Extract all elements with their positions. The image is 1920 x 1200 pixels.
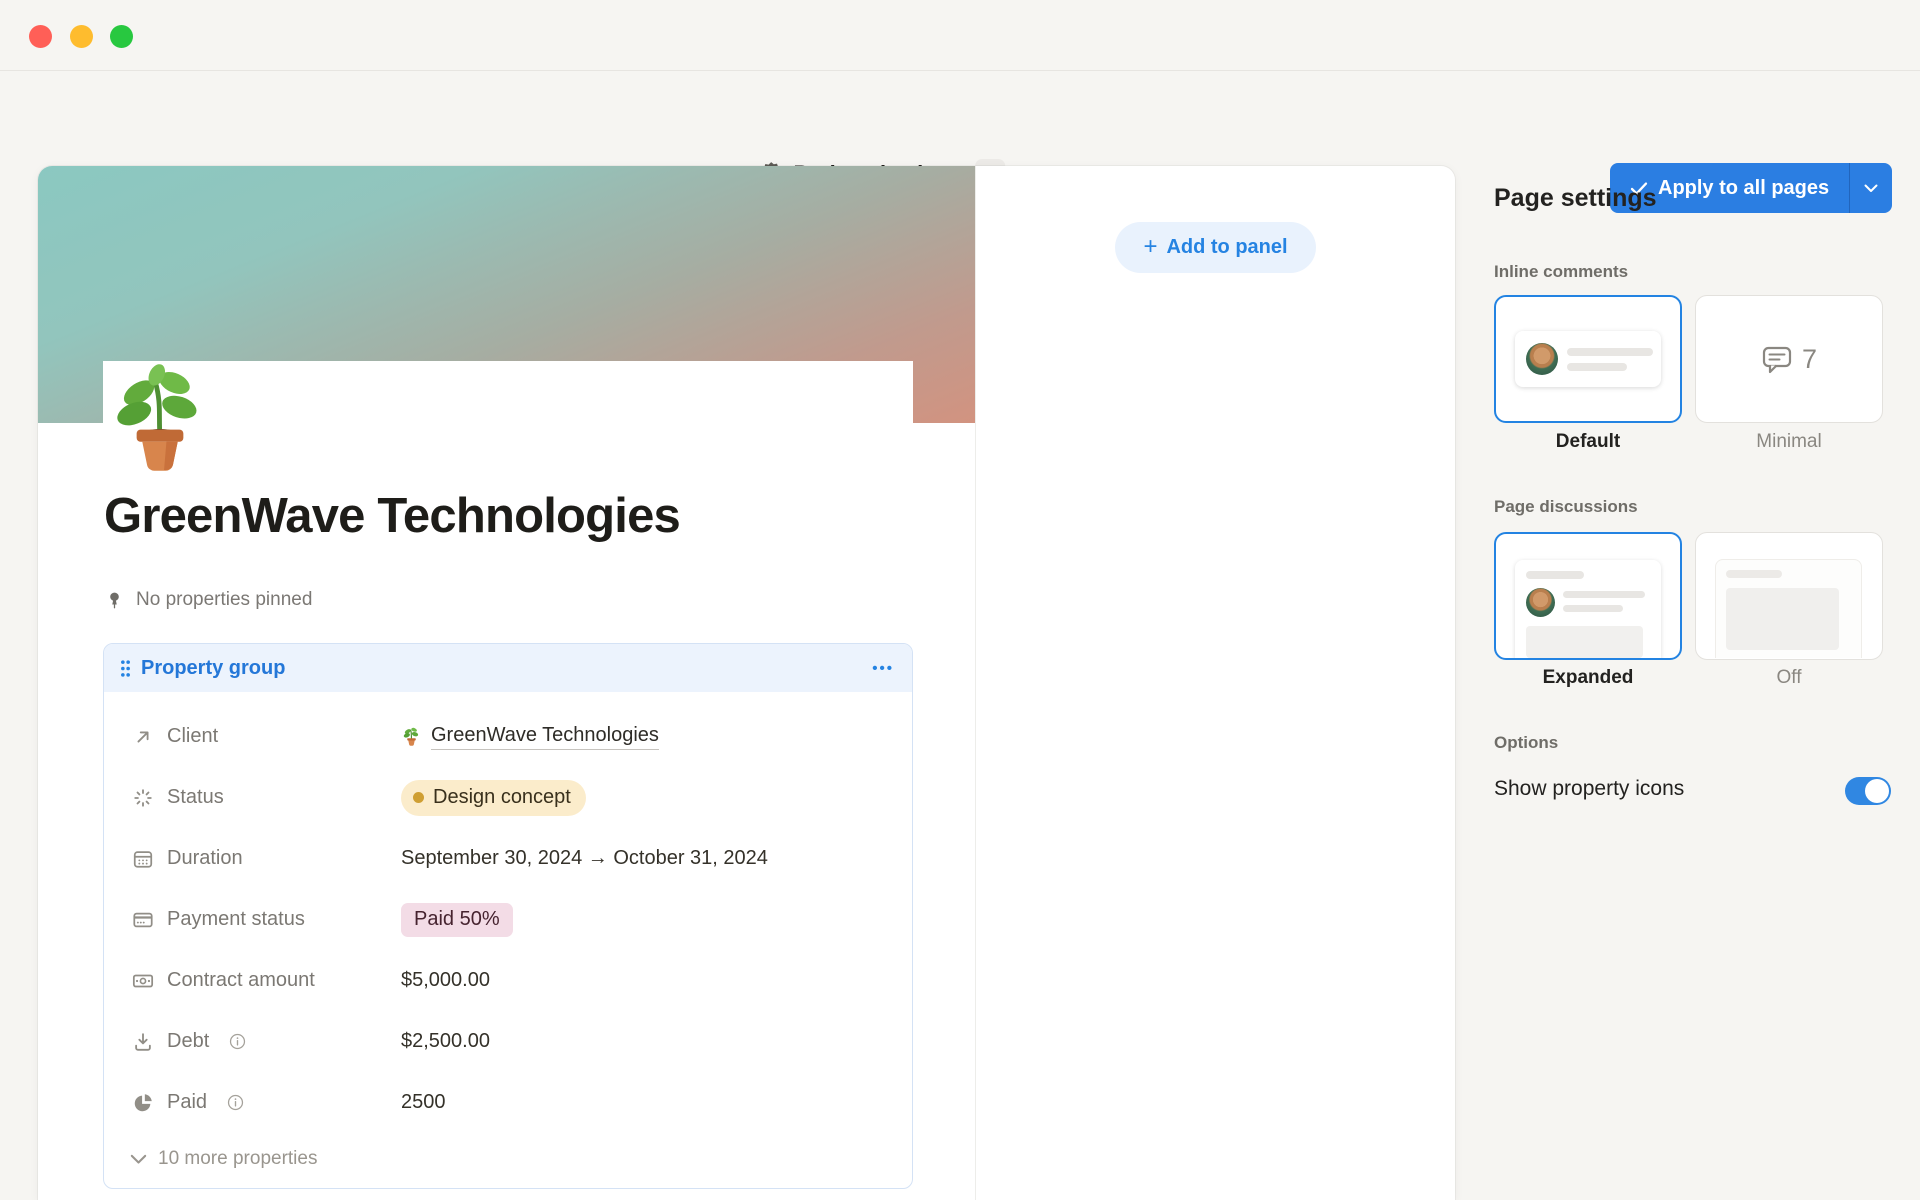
property-row-contract-amount[interactable]: Contract amount $5,000.00 [104,950,912,1011]
minimize-window-button[interactable] [70,25,93,48]
page-body-background [103,361,913,423]
info-icon[interactable] [229,1033,246,1050]
header: Cancel Project database [0,71,1920,166]
property-group-title: Property group [141,657,872,680]
chevron-down-icon [130,1154,147,1165]
pinned-properties-note: No properties pinned [105,589,312,611]
option-label-minimal: Minimal [1695,431,1883,453]
add-to-panel-button[interactable]: + Add to panel [1115,222,1316,273]
avatar [1526,588,1555,617]
page-title: GreenWave Technologies [104,488,680,544]
status-dot [413,792,424,803]
plus-icon: + [1143,235,1157,259]
discussion-preview-thumbnail [1515,560,1661,659]
option-label-off: Off [1695,667,1883,689]
arrow-up-right-icon [132,726,154,748]
option-label-expanded: Expanded [1494,667,1682,689]
page-discussions-label: Page discussions [1494,497,1638,517]
inline-comments-label: Inline comments [1494,262,1628,282]
status-tag: Design concept [401,780,586,816]
inline-comments-default-option[interactable] [1494,295,1682,423]
apply-options-dropdown[interactable] [1850,163,1892,213]
drag-handle-icon[interactable] [120,660,131,677]
property-row-duration[interactable]: Duration September 30, 2024 → October 31… [104,828,912,889]
comment-bubble-icon [1761,343,1793,375]
property-row-paid[interactable]: Paid 2500 [104,1072,912,1133]
sidebar-title: Page settings [1494,184,1657,213]
page-discussions-off-option[interactable] [1695,532,1883,660]
status-spinner-icon [132,787,154,809]
discussion-off-thumbnail [1715,559,1862,658]
app-window: Cancel Project database [0,0,1920,1200]
property-row-client[interactable]: Client [104,706,912,767]
chevron-down-icon [1864,184,1878,193]
property-group-header[interactable]: Property group ••• [104,644,912,692]
panel-divider [975,166,976,1200]
toggle-knob [1865,779,1889,803]
zoom-window-button[interactable] [110,25,133,48]
page-discussions-expanded-option[interactable] [1494,532,1682,660]
info-icon[interactable] [227,1094,244,1111]
potted-plant-icon [401,726,422,747]
more-properties-toggle[interactable]: 10 more properties [104,1133,912,1185]
options-label: Options [1494,733,1558,753]
payment-status-tag: Paid 50% [401,903,513,937]
pin-icon [105,591,124,610]
apply-label: Apply to all pages [1658,177,1829,200]
show-property-icons-label: Show property icons [1494,777,1684,801]
banknote-icon [132,970,154,992]
show-property-icons-toggle[interactable] [1845,777,1891,805]
avatar [1526,343,1558,375]
property-row-debt[interactable]: Debt $2,500.00 [104,1011,912,1072]
page-preview-panel: GreenWave Technologies No properties pin… [38,166,1455,1200]
option-label-default: Default [1494,431,1682,453]
property-group-card: Property group ••• Client [103,643,913,1189]
close-window-button[interactable] [29,25,52,48]
comment-preview-thumbnail [1515,331,1661,387]
download-icon [132,1031,154,1053]
comment-count: 7 [1802,344,1817,375]
property-row-payment-status[interactable]: Payment status Paid 50% [104,889,912,950]
client-link[interactable]: GreenWave Technologies [431,724,659,750]
inline-comments-minimal-option[interactable]: 7 [1695,295,1883,423]
pie-chart-icon [132,1092,154,1114]
potted-plant-page-icon [102,362,218,478]
property-group-menu-button[interactable]: ••• [872,660,894,677]
property-row-status[interactable]: Status Design concept [104,767,912,828]
calendar-icon [132,848,154,870]
credit-card-icon [132,909,154,931]
titlebar [0,0,1920,71]
